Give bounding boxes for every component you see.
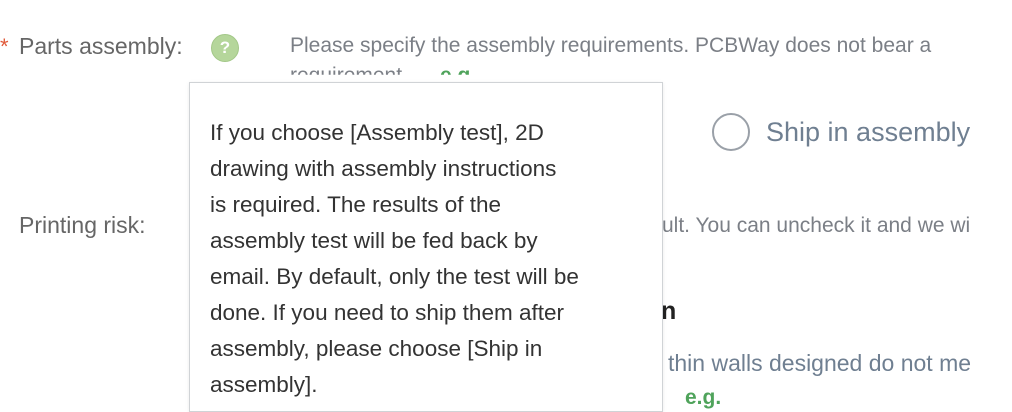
ship-in-assembly-label[interactable]: Ship in assembly [766, 117, 970, 148]
printing-risk-description: ult. You can uncheck it and we wi [662, 214, 971, 237]
section-heading-fragment: n [661, 297, 677, 325]
tooltip-line: drawing with assembly instructions [210, 156, 557, 181]
tooltip-line: email. By default, only the test will be [210, 264, 579, 289]
help-question-icon[interactable]: ? [211, 34, 239, 62]
required-marker: * [0, 34, 9, 59]
tooltip-line: is required. The results of the [210, 192, 501, 217]
thin-walls-description: thin walls designed do not me [668, 350, 972, 376]
tooltip-text: If you choose [Assembly test], 2D drawin… [210, 115, 650, 403]
tooltip-line: assembly, please choose [Ship in [210, 336, 543, 361]
tooltip-line: assembly]. [210, 372, 318, 397]
tooltip-line: If you choose [Assembly test], 2D [210, 120, 544, 145]
printing-risk-label: Printing risk: [19, 212, 146, 238]
parts-assembly-label: Parts assembly: [19, 33, 183, 59]
ship-in-assembly-radio[interactable] [712, 113, 750, 151]
tooltip-line: assembly test will be fed back by [210, 228, 538, 253]
eg-link-thin-walls[interactable]: e.g. [685, 386, 721, 410]
assembly-help-tooltip: If you choose [Assembly test], 2D drawin… [189, 82, 663, 412]
tooltip-line: done. If you need to ship them after [210, 300, 564, 325]
assembly-requirements-description: Please specify the assembly requirements… [290, 34, 932, 57]
